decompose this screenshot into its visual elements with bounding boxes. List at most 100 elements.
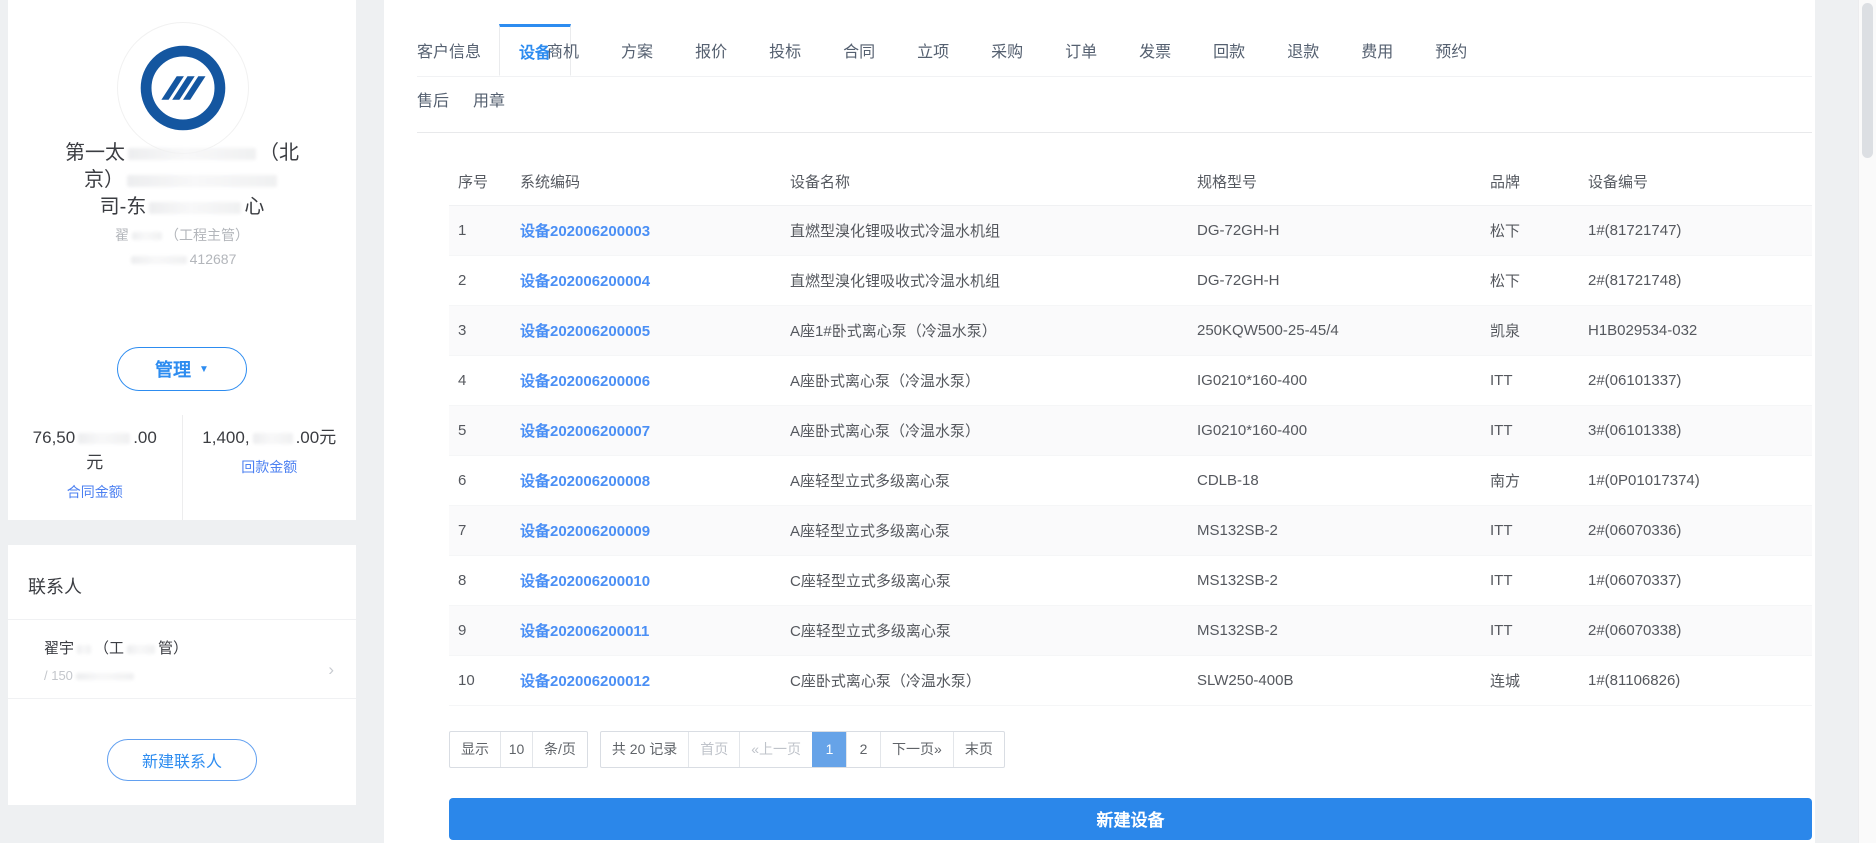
cell-model: SLW250-400B (1188, 655, 1481, 706)
amount-stats: 76,50.00 元 合同金额 1,400, .00元 回款金额 (8, 415, 356, 520)
column-header-0: 序号 (449, 159, 511, 206)
text-fragment: 心 (244, 196, 265, 218)
tab-contract[interactable]: 合同 (843, 24, 875, 76)
table-row: 9 设备202006200011 C座轻型立式多级离心泵 MS132SB-2 ITT 2#… (449, 605, 1812, 656)
cell-device-number: 1#(0P01017374) (1579, 455, 1812, 506)
cell-index: 3 (449, 305, 511, 356)
redacted-text (130, 256, 187, 265)
cell-device-name: A座轻型立式多级离心泵 (781, 455, 1188, 506)
device-code-link[interactable]: 设备202006200006 (520, 373, 650, 390)
tab-solution[interactable]: 方案 (621, 24, 653, 76)
cell-index: 6 (449, 455, 511, 506)
text-fragment: （工程主管） (165, 227, 249, 243)
cell-index: 5 (449, 405, 511, 456)
table-row: 10 设备202006200012 C座卧式离心泵（冷温水泵） SLW250-400B… (449, 655, 1812, 706)
tab-procurement[interactable]: 采购 (991, 24, 1023, 76)
tab-refund[interactable]: 退款 (1287, 24, 1319, 76)
pager-last[interactable]: 末页 (952, 731, 1004, 767)
cell-brand: ITT (1481, 555, 1579, 606)
tab-bidding[interactable]: 投标 (769, 24, 801, 76)
cell-index: 9 (449, 605, 511, 656)
device-code-link[interactable]: 设备202006200008 (520, 473, 650, 490)
cell-device-number: 1#(81721747) (1579, 205, 1812, 256)
device-code-link[interactable]: 设备202006200004 (520, 273, 650, 290)
cell-device-number: 1#(81106826) (1579, 655, 1812, 706)
tab-expense[interactable]: 费用 (1361, 24, 1393, 76)
redacted-text (132, 232, 162, 241)
contact-name: 翟宇 （工 管） (44, 637, 336, 658)
column-header-5: 设备编号 (1579, 159, 1812, 206)
redacted-text (127, 644, 156, 654)
tab-appointment[interactable]: 预约 (1435, 24, 1467, 76)
redacted-text (75, 672, 134, 681)
cell-device-name: C座卧式离心泵（冷温水泵） (781, 655, 1188, 706)
equipment-table-wrap: 序号 系统编码 设备名称 规格型号 品牌 设备编号 1 设备202006200003 直燃型溴… (449, 159, 1812, 706)
text-fragment: 京） (84, 169, 124, 191)
text-fragment: （工 (94, 640, 125, 657)
tab-project[interactable]: 立项 (917, 24, 949, 76)
contact-phone: / 150 (44, 668, 336, 683)
received-amount-label[interactable]: 回款金额 (241, 457, 297, 477)
tab-order[interactable]: 订单 (1065, 24, 1097, 76)
cell-brand: 南方 (1481, 455, 1579, 506)
scrollbar-thumb[interactable] (1862, 3, 1873, 158)
pager-next[interactable]: 下一页» (880, 731, 953, 767)
pager-page-2[interactable]: 2 (846, 731, 880, 767)
device-code-link[interactable]: 设备202006200005 (520, 323, 650, 340)
redacted-text (127, 174, 277, 187)
table-header-row: 序号 系统编码 设备名称 规格型号 品牌 设备编号 (449, 159, 1812, 206)
tab-customer-info[interactable]: 客户信息 (417, 24, 481, 76)
text-fragment: （北 (259, 142, 299, 164)
redacted-text (149, 201, 242, 214)
cell-system-code: 设备202006200007 (511, 405, 781, 456)
cell-device-name: A座卧式离心泵（冷温水泵） (781, 405, 1188, 456)
device-code-link[interactable]: 设备202006200011 (520, 623, 649, 640)
contract-amount-label[interactable]: 合同金额 (67, 482, 123, 502)
received-amount-value: 1,400, .00元 (202, 425, 336, 450)
tab-quotation[interactable]: 报价 (695, 24, 727, 76)
text-fragment: 翟 (115, 227, 129, 243)
redacted-text (77, 644, 92, 654)
device-code-link[interactable]: 设备202006200007 (520, 423, 650, 440)
column-header-3: 规格型号 (1188, 159, 1481, 206)
cell-system-code: 设备202006200008 (511, 455, 781, 506)
company-name-line: 第一太 （北 (18, 140, 346, 167)
page-nav-group: 共 20 记录 首页 «上一页 1 2 下一页» 末页 (599, 730, 1005, 768)
column-header-1: 系统编码 (511, 159, 781, 206)
text-fragment: .00 (133, 428, 157, 447)
scrollbar-track (1858, 0, 1876, 843)
device-code-link[interactable]: 设备202006200010 (520, 573, 650, 590)
tab-invoice[interactable]: 发票 (1139, 24, 1171, 76)
contact-list-item[interactable]: 翟宇 （工 管） / 150 › (8, 620, 356, 698)
contacts-card: 联系人 翟宇 （工 管） / 150 › 新建联系人 (8, 545, 356, 805)
account-owner-phone: 412687 (8, 251, 356, 267)
table-row: 3 设备202006200005 A座1#卧式离心泵（冷温水泵） 250KQW500-… (449, 305, 1812, 356)
manage-button[interactable]: 管理 ▼ (117, 347, 247, 391)
tab-opportunity[interactable]: 商机 (547, 24, 579, 76)
tab-after-sales[interactable]: 售后 (417, 81, 449, 117)
device-code-link[interactable]: 设备202006200009 (520, 523, 650, 540)
cell-device-number: 3#(06101338) (1579, 405, 1812, 456)
cell-device-number: 2#(06070336) (1579, 505, 1812, 556)
device-code-link[interactable]: 设备202006200012 (520, 673, 650, 690)
new-contact-button[interactable]: 新建联系人 (107, 739, 257, 781)
new-device-button[interactable]: 新建设备 (449, 797, 1812, 840)
pager-first[interactable]: 首页 (688, 731, 739, 767)
cell-model: IG0210*160-400 (1188, 405, 1481, 456)
cell-device-number: 1#(06070337) (1579, 555, 1812, 606)
page-size-input[interactable]: 10 (500, 731, 532, 767)
text-fragment: 1,400, (202, 428, 250, 447)
pager-prev[interactable]: «上一页 (739, 731, 812, 767)
cell-device-name: C座轻型立式多级离心泵 (781, 555, 1188, 606)
tab-payment[interactable]: 回款 (1213, 24, 1245, 76)
cell-system-code: 设备202006200010 (511, 555, 781, 606)
cell-system-code: 设备202006200003 (511, 205, 781, 256)
contacts-title: 联系人 (28, 577, 82, 597)
cell-brand: 凯泉 (1481, 305, 1579, 356)
tab-seal[interactable]: 用章 (473, 81, 505, 117)
cell-system-code: 设备202006200011 (511, 605, 781, 656)
device-code-link[interactable]: 设备202006200003 (520, 223, 650, 240)
pager-page-1[interactable]: 1 (812, 731, 847, 767)
table-row: 8 设备202006200010 C座轻型立式多级离心泵 MS132SB-2 ITT 1#… (449, 555, 1812, 606)
detail-tabs: 客户信息 设备 商机 方案 报价 投标 合同 立项 采购 订单 发票 回款 退款 费用 预约 售后 用章 (384, 0, 1815, 119)
